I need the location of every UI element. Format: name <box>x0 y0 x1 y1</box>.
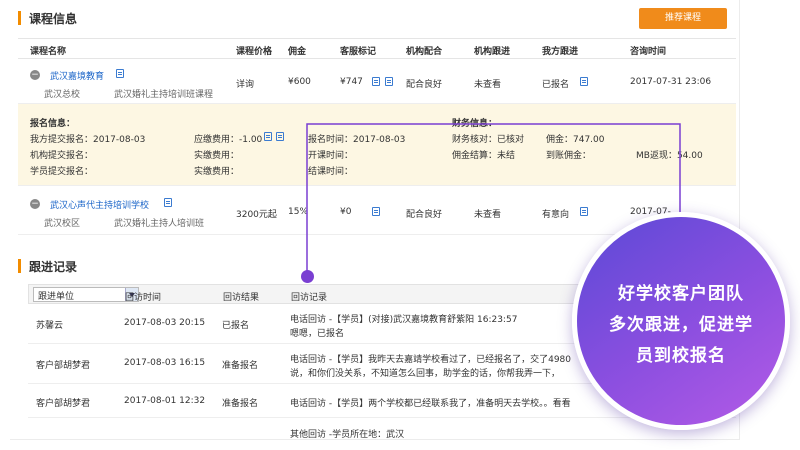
follow-unit-select[interactable]: 跟进单位 <box>33 287 139 302</box>
commission-amount: 佣金：747.00 <box>546 135 605 145</box>
edit-icon[interactable] <box>264 132 272 141</box>
follow-record: 电话回访 -【学员】我昨天去嘉靖学校看过了，已经报名了，交了4980 <box>290 355 572 365</box>
follow-record-detail: 说，和你们没关系，不知道怎么回事，助学金的话，你帮我弄一下， <box>290 369 561 379</box>
follow-time: 2017-08-03 16:15 <box>124 358 206 368</box>
recommend-course-button[interactable]: 推荐课程 <box>639 8 727 29</box>
col-visit-result: 回访结果 <box>223 293 260 303</box>
fee-paid: 实缴费用： <box>194 167 240 177</box>
course-commission: ¥600 <box>288 77 311 87</box>
our-submit-signup: 我方提交报名：2017-08-03 <box>30 135 146 145</box>
section-accent-bar <box>18 11 21 25</box>
org-follow-value: 未查看 <box>474 210 502 220</box>
follow-record: 电话回访 -【学员】两个学校都已经联系我了，准备明天去学校。。看看 <box>290 399 571 409</box>
promo-callout-bubble: 好学校客户团队 多次跟进，促进学 员到校报名 <box>572 212 790 430</box>
callout-anchor-dot <box>301 270 314 283</box>
consult-time-value: 2017-07-31 23:06 <box>630 77 712 87</box>
note-icon[interactable] <box>276 132 284 141</box>
col-org-follow: 机构跟进 <box>474 47 511 57</box>
course-commission: 15% <box>288 207 309 217</box>
section-accent-bar <box>18 259 21 273</box>
finance-check: 财务核对：已核对 <box>452 135 525 145</box>
edit-icon[interactable] <box>372 207 380 216</box>
col-service-mark: 客服标记 <box>340 47 377 57</box>
note-icon[interactable] <box>385 77 393 86</box>
commission-settle: 佣金结算：未结 <box>452 151 516 161</box>
col-course-name: 课程名称 <box>30 47 67 57</box>
follow-result: 准备报名 <box>222 399 259 409</box>
course-campus: 武汉校区 <box>44 219 81 229</box>
follow-unit: 客户部胡梦君 <box>36 399 91 409</box>
service-mark-value: ¥0 <box>340 207 352 217</box>
commission-arrived: 到账佣金： <box>546 151 592 161</box>
service-mark-value: ¥747 <box>340 77 363 87</box>
student-submit-signup: 学员提交报名： <box>30 167 94 177</box>
follow-record-detail: 嗯嗯，已报名 <box>290 329 345 339</box>
copy-icon[interactable] <box>164 198 172 207</box>
follow-result: 已报名 <box>222 321 250 331</box>
course-org-name[interactable]: 武汉心声代主持培训学校 <box>50 198 149 211</box>
org-submit-signup: 机构提交报名： <box>30 151 94 161</box>
course-row: − 武汉嘉境教育 武汉总校 武汉婚礼主持培训班课程 详询 ¥600 ¥747 配… <box>18 59 736 104</box>
edit-icon[interactable] <box>580 77 588 86</box>
cooperation-value: 配合良好 <box>406 210 443 220</box>
class-end-time: 结课时间： <box>308 167 354 177</box>
course-campus: 武汉总校 <box>44 90 81 100</box>
course-price: 3200元起 <box>236 210 277 220</box>
course-table-header: 课程名称 课程价格 佣金 客服标记 机构配合 机构跟进 我方跟进 咨询时间 <box>18 39 736 59</box>
edit-icon[interactable] <box>580 207 588 216</box>
follow-record: 其他回访 -学员所在地：武汉 <box>290 430 405 440</box>
signup-info-title: 报名信息： <box>30 119 76 129</box>
course-org-name[interactable]: 武汉嘉境教育 <box>50 69 104 82</box>
follow-result: 准备报名 <box>222 361 259 371</box>
follow-section-header: 跟进记录 <box>18 256 77 276</box>
col-price: 课程价格 <box>236 47 273 57</box>
mb-rebate: MB返现：54.00 <box>636 151 703 161</box>
follow-unit-select-value: 跟进单位 <box>38 292 75 302</box>
follow-time: 2017-08-03 20:15 <box>124 318 206 328</box>
course-section-header: 课程信息 <box>18 8 77 28</box>
follow-unit: 客户部胡梦君 <box>36 361 91 371</box>
fee-due: 应缴费用：-1.00 <box>194 135 263 145</box>
our-follow-value: 已报名 <box>542 80 570 90</box>
collapse-icon[interactable]: − <box>30 70 40 80</box>
cooperation-value: 配合良好 <box>406 80 443 90</box>
col-visit-record: 回访记录 <box>291 293 328 303</box>
course-table: 课程名称 课程价格 佣金 客服标记 机构配合 机构跟进 我方跟进 咨询时间 − … <box>18 38 736 104</box>
course-section-title: 课程信息 <box>29 11 78 26</box>
follow-row: 其他回访 -学员所在地：武汉 <box>28 418 736 440</box>
org-follow-value: 未查看 <box>474 80 502 90</box>
signup-detail-panel: 报名信息： 财务信息： 我方提交报名：2017-08-03 机构提交报名： 学员… <box>18 104 736 186</box>
course-title: 武汉婚礼主持人培训班 <box>114 219 205 229</box>
follow-time: 2017-08-01 12:32 <box>124 396 206 406</box>
promo-line: 好学校客户团队 <box>618 284 744 304</box>
col-our-follow: 我方跟进 <box>542 47 579 57</box>
our-follow-value: 有意向 <box>542 210 570 220</box>
promo-callout-text: 好学校客户团队 多次跟进，促进学 员到校报名 <box>595 279 767 372</box>
col-visit-time: 回访时间 <box>125 293 162 303</box>
collapse-icon[interactable]: − <box>30 199 40 209</box>
edit-icon[interactable] <box>372 77 380 86</box>
promo-line: 多次跟进，促进学 <box>609 315 753 335</box>
follow-record: 电话回访 -【学员】(对接)武汉嘉境教育舒紫阳 16:23:57 <box>290 315 518 325</box>
follow-unit: 苏馨云 <box>36 321 64 331</box>
signup-time: 报名时间：2017-08-03 <box>308 135 406 145</box>
fee-paid: 实缴费用： <box>194 151 240 161</box>
course-title: 武汉婚礼主持培训班课程 <box>114 90 214 100</box>
finance-info-title: 财务信息： <box>452 119 498 129</box>
class-start-time: 开课时间： <box>308 151 354 161</box>
promo-line: 员到校报名 <box>636 346 726 366</box>
col-consult-time: 咨询时间 <box>630 47 667 57</box>
copy-icon[interactable] <box>116 69 124 78</box>
col-commission: 佣金 <box>288 47 307 57</box>
col-cooperation: 机构配合 <box>406 47 443 57</box>
course-price: 详询 <box>236 80 255 90</box>
follow-section-title: 跟进记录 <box>29 259 78 274</box>
